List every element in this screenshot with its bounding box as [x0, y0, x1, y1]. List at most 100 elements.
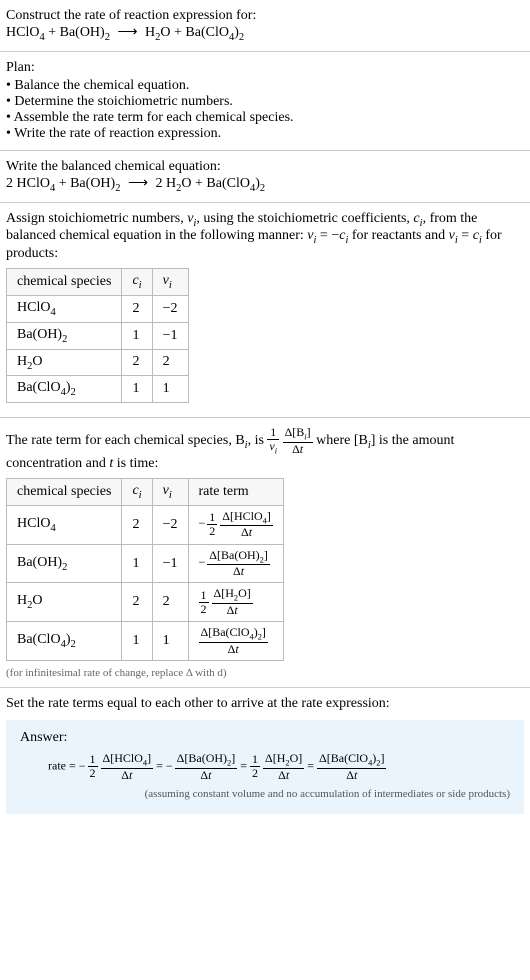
- frac-num: 1: [250, 753, 260, 767]
- intro-prompt: Construct the rate of reaction expressio…: [6, 8, 524, 24]
- frac-num: Δ[H2O]: [263, 752, 304, 769]
- answer-equation: rate = −12 Δ[HClO4]Δt = −Δ[Ba(OH)2]Δt = …: [48, 752, 510, 782]
- cell-nui: −1: [152, 544, 188, 583]
- sp-sub: 2: [62, 561, 67, 572]
- sp-sub: 4: [50, 307, 55, 318]
- cell-ci: 1: [122, 322, 152, 349]
- frac-dconc-dt: Δ[Ba(OH)2]Δt: [175, 752, 238, 782]
- frac-half: 12: [199, 589, 209, 616]
- assign-text: , using the stoichiometric coefficients,: [196, 211, 413, 226]
- plan-title: Plan:: [6, 60, 524, 76]
- equals: =: [307, 759, 317, 773]
- cell-ci: 2: [122, 583, 152, 622]
- cell-rateterm: 12 Δ[H2O]Δt: [188, 583, 283, 622]
- plan-list: Balance the chemical equation. Determine…: [6, 78, 524, 142]
- minus-sign: −: [79, 759, 86, 773]
- cell-species: H2O: [7, 583, 122, 622]
- sub-i: i: [139, 280, 142, 291]
- sp: Ba(ClO: [17, 632, 61, 647]
- final-section: Set the rate terms equal to each other t…: [0, 688, 530, 822]
- eq-part: 2 HClO: [6, 176, 50, 191]
- frac-num: Δ[Ba(OH)2]: [207, 549, 270, 566]
- eq-sub: 2: [239, 32, 244, 43]
- eq-sub: 2: [105, 32, 110, 43]
- eq-sub: 2: [115, 183, 120, 194]
- frac-den: 2: [88, 767, 98, 780]
- cell-rateterm: Δ[Ba(ClO4)2]Δt: [188, 622, 283, 661]
- table-header-row: chemical species ci νi: [7, 269, 189, 296]
- frac-num: Δ[Bi]: [283, 426, 313, 443]
- cell-ci: 1: [122, 622, 152, 661]
- frac-den: Δt: [317, 769, 386, 782]
- sub-i: i: [275, 447, 277, 456]
- frac-den: Δt: [207, 565, 270, 578]
- intro-section: Construct the rate of reaction expressio…: [0, 0, 530, 51]
- frac-den: Δt: [220, 526, 273, 539]
- cell-nui: 2: [152, 583, 188, 622]
- rt-text: The rate term for each chemical species,…: [6, 433, 245, 448]
- sp-sub: 2: [70, 639, 75, 650]
- frac-num: 1: [267, 426, 279, 440]
- rateterm-section: The rate term for each chemical species,…: [0, 418, 530, 687]
- frac-num: 1: [207, 511, 217, 525]
- sp: Ba(OH): [17, 327, 62, 342]
- frac-den: Δt: [212, 604, 253, 617]
- balanced-equation: 2 HClO4 + Ba(OH)2 ⟶ 2 H2O + Ba(ClO4)2: [6, 175, 524, 194]
- table-row: H2O 2 2: [7, 349, 189, 376]
- plan-item: Balance the chemical equation.: [6, 78, 524, 94]
- frac-num: Δ[HClO4]: [220, 510, 273, 527]
- assign-section: Assign stoichiometric numbers, νi, using…: [0, 203, 530, 418]
- eq-part: HClO: [6, 25, 39, 40]
- equals: =: [240, 759, 250, 773]
- rt-text: , is: [248, 433, 268, 448]
- frac-dconc-dt: Δ[Ba(ClO4)2]Δt: [317, 752, 386, 782]
- table-row: Ba(ClO4)2 1 1: [7, 376, 189, 403]
- sub-i: i: [139, 490, 142, 501]
- col-ci: ci: [122, 269, 152, 296]
- frac-dconc-dt: Δ[HClO4]Δt: [220, 510, 273, 540]
- equals: =: [156, 759, 166, 773]
- col-ci: ci: [122, 478, 152, 505]
- cell-nui: 2: [152, 349, 188, 376]
- frac-dconc-dt: Δ[Ba(ClO4)2]Δt: [199, 626, 268, 656]
- table-row: Ba(OH)2 1 −1 −Δ[Ba(OH)2]Δt: [7, 544, 284, 583]
- frac-half: 12: [88, 753, 98, 780]
- cell-rateterm: −Δ[Ba(OH)2]Δt: [188, 544, 283, 583]
- sp-sub: 2: [62, 334, 67, 345]
- sp: Ba(ClO: [17, 380, 61, 395]
- frac-den: Δt: [283, 443, 313, 456]
- final-title: Set the rate terms equal to each other t…: [6, 696, 524, 712]
- rate-table: chemical species ci νi rate term HClO4 2…: [6, 478, 284, 661]
- plan-item: Write the rate of reaction expression.: [6, 126, 524, 142]
- minus-sign: −: [166, 759, 173, 773]
- cell-species: Ba(ClO4)2: [7, 376, 122, 403]
- sub-i: i: [169, 490, 172, 501]
- table-row: Ba(ClO4)2 1 1 Δ[Ba(ClO4)2]Δt: [7, 622, 284, 661]
- sp: HClO: [17, 300, 50, 315]
- sub-i: i: [169, 280, 172, 291]
- stoich-table: chemical species ci νi HClO4 2 −2 Ba(OH)…: [6, 268, 189, 403]
- answer-label: Answer:: [20, 730, 510, 746]
- frac-den: 2: [250, 767, 260, 780]
- frac-num: 1: [88, 753, 98, 767]
- frac-den: Δt: [263, 769, 304, 782]
- cell-species: Ba(ClO4)2: [7, 622, 122, 661]
- minus-sign: −: [199, 555, 206, 569]
- frac-den: νi: [267, 440, 279, 456]
- rt-text: where [B: [316, 433, 368, 448]
- frac-num: Δ[Ba(ClO4)2]: [317, 752, 386, 769]
- frac-dconc-dt: Δ[Ba(OH)2]Δt: [207, 549, 270, 579]
- eq-part: Ba(OH): [60, 25, 105, 40]
- sp: O: [32, 354, 42, 369]
- frac-dBi-dt: Δ[Bi] Δt: [283, 426, 313, 456]
- eq-part: +: [45, 25, 60, 40]
- eq-part: 2 H: [156, 176, 177, 191]
- eq-part: O + Ba(ClO: [160, 25, 229, 40]
- frac-num: Δ[H2O]: [212, 587, 253, 604]
- eq-part: O + Ba(ClO: [181, 176, 250, 191]
- frac-num: Δ[HClO4]: [101, 752, 154, 769]
- balanced-section: Write the balanced chemical equation: 2 …: [0, 151, 530, 202]
- cell-ci: 2: [122, 349, 152, 376]
- dl: Δ[B: [285, 425, 305, 439]
- cell-ci: 2: [122, 505, 152, 544]
